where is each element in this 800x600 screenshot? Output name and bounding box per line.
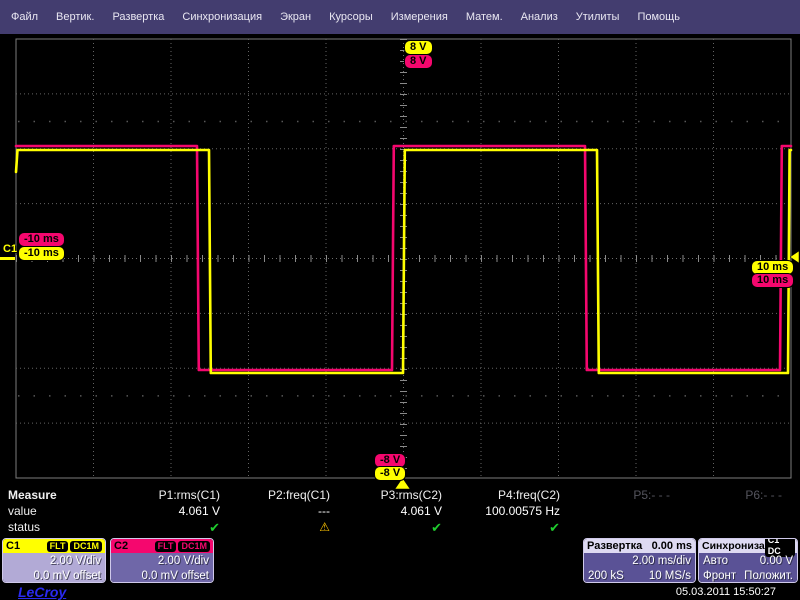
status-ok-icon-p1: ✔ [86,521,230,534]
menu-file[interactable]: Файл [2,11,47,23]
menu-analysis[interactable]: Анализ [512,11,567,23]
status-ok-icon-p4: ✔ [452,521,570,534]
timebase-sample-rate: 10 MS/s [649,570,691,582]
measure-header-p5[interactable]: P5:- - - [570,488,680,502]
cursor-right-c2-label[interactable]: 10 ms [751,273,794,288]
measure-header-p6[interactable]: P6:- - - [680,488,792,502]
c1-offset-value: 0.0 mV offset [7,570,101,582]
c1-filter-badge: FLT [47,541,69,552]
measure-row-status: status [0,520,86,534]
measure-value-p4: 100.00575 Hz [452,504,570,518]
c1-id-label: C1 [6,540,20,552]
menu-math[interactable]: Матем. [457,11,512,23]
datetime-stamp: 05.03.2011 15:50:27 [676,586,776,598]
measure-row-value: value [0,504,86,518]
lecroy-logo: LeCroy [18,585,66,599]
menu-bar: Файл Вертик. Развертка Синхронизация Экр… [0,0,800,34]
timebase-title: Развертка [587,540,642,552]
cursor-top-c2-label[interactable]: 8 V [404,54,433,69]
trigger-source-badge: C1 DC [765,538,795,557]
menu-vertical[interactable]: Вертик. [47,11,103,23]
cursor-bottom-c1-label[interactable]: -8 V [374,466,406,481]
menu-trigger[interactable]: Синхронизация [173,11,271,23]
cursor-top-c1-label[interactable]: 8 V [404,40,433,55]
c1-ground-marker[interactable] [0,257,15,260]
measure-row-title: Measure [0,488,86,502]
menu-help[interactable]: Помощь [628,11,689,23]
menu-display[interactable]: Экран [271,11,320,23]
c1-coupling-badge: DC1M [70,541,102,552]
measure-value-p3: 4.061 V [340,504,452,518]
trigger-type: Фронт [703,570,736,582]
trigger-title: Синхрониза [702,540,765,552]
timebase-delay: 0.00 ms [652,540,692,552]
measure-header-p4[interactable]: P4:freq(C2) [452,488,570,502]
c2-offset-value: 0.0 mV offset [115,570,209,582]
measure-header-p1[interactable]: P1:rms(C1) [86,488,230,502]
measure-table: Measure P1:rms(C1) P2:freq(C1) P3:rms(C2… [0,487,800,537]
status-bar: LeCroy 05.03.2011 15:50:27 [0,584,800,600]
menu-cursors[interactable]: Курсоры [320,11,382,23]
c2-filter-badge: FLT [155,541,177,552]
status-warning-icon-p2: ⚠ [230,521,340,534]
trigger-descriptor[interactable]: Синхрониза C1 DC Авто 0.00 V Фронт Полож… [698,538,798,583]
channel-c2-descriptor[interactable]: C2 FLT DC1M 2.00 V/div 0.0 mV offset [110,538,214,583]
measure-header-p2[interactable]: P2:freq(C1) [230,488,340,502]
status-ok-icon-p3: ✔ [340,521,452,534]
menu-measure[interactable]: Измерения [382,11,457,23]
menu-timebase[interactable]: Развертка [103,11,173,23]
cursor-left-c2-label[interactable]: -10 ms [18,232,65,247]
timebase-samples: 200 kS [588,570,624,582]
menu-utilities[interactable]: Утилиты [567,11,629,23]
channel-c1-descriptor[interactable]: C1 FLT DC1M 2.00 V/div 0.0 mV offset [2,538,106,583]
trigger-mode: Авто [703,555,728,567]
measure-value-p2: --- [230,504,340,518]
trigger-level: 0.00 V [760,555,793,567]
c1-vdiv-value: 2.00 V/div [7,555,101,567]
timebase-descriptor[interactable]: Развертка 0.00 ms 2.00 ms/div 200 kS 10 … [583,538,696,583]
c1-axis-label: C1 [3,243,17,255]
measure-header-p3[interactable]: P3:rms(C2) [340,488,452,502]
measure-value-p1: 4.061 V [86,504,230,518]
timebase-scale: 2.00 ms/div [588,555,691,567]
c2-id-label: C2 [114,540,128,552]
c1-trace [16,150,791,373]
trigger-slope: Положит. [744,570,793,582]
c2-coupling-badge: DC1M [178,541,210,552]
cursor-left-c1-label[interactable]: -10 ms [18,246,65,261]
c2-vdiv-value: 2.00 V/div [115,555,209,567]
